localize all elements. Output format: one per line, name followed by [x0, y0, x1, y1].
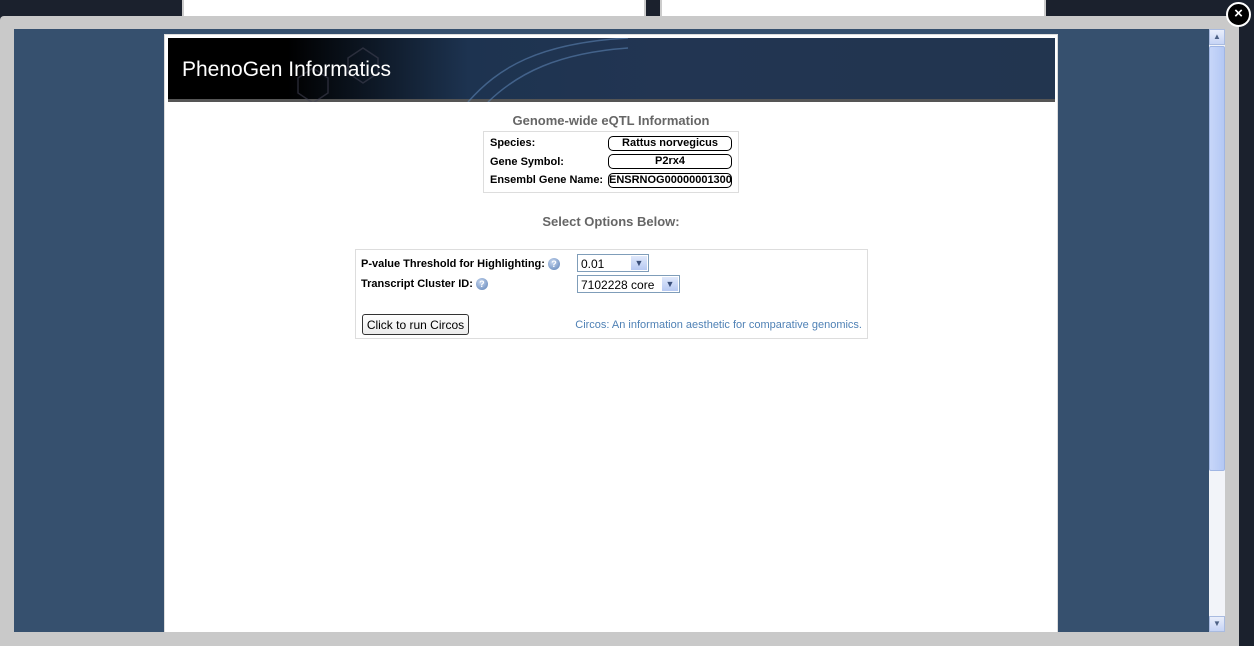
gene-info-table: Species: Rattus norvegicus Gene Symbol: P2…	[483, 131, 739, 193]
chevron-down-icon: ▼	[662, 277, 678, 291]
chevron-down-icon: ▼	[631, 256, 647, 270]
circos-link[interactable]: Circos: An information aesthetic for com…	[575, 319, 862, 331]
background-panel	[182, 0, 646, 16]
scroll-down-icon[interactable]: ▼	[1209, 616, 1225, 632]
site-logo[interactable]: PhenoGen Informatics	[182, 58, 391, 82]
cluster-select[interactable]: 7102228 core ▼	[577, 275, 680, 293]
scrollbar-thumb[interactable]	[1209, 46, 1225, 471]
species-value: Rattus norvegicus	[608, 135, 732, 151]
gene-symbol-row: Gene Symbol: P2rx4	[486, 153, 736, 172]
help-icon[interactable]: ?	[547, 258, 560, 270]
pvalue-selected: 0.01	[581, 257, 605, 271]
cluster-selected: 7102228 core	[581, 278, 655, 292]
header-banner: PhenoGen Informatics	[168, 38, 1055, 102]
pvalue-select[interactable]: 0.01 ▼	[577, 254, 649, 272]
options-title: Select Options Below:	[542, 214, 680, 229]
scroll-up-icon[interactable]: ▲	[1209, 29, 1225, 45]
info-title: Genome-wide eQTL Information	[512, 113, 710, 128]
ensembl-row: Ensembl Gene Name: ENSRNOG00000001300	[486, 171, 736, 190]
options-panel: P-value Threshold for Highlighting:? 0.0…	[355, 249, 868, 339]
gene-symbol-value: P2rx4	[608, 154, 732, 170]
help-icon[interactable]: ?	[475, 278, 488, 290]
ensembl-label: Ensembl Gene Name:	[490, 174, 604, 187]
page: PhenoGen Informatics Genome-wide eQTL In…	[164, 34, 1058, 632]
background-panel	[660, 0, 1046, 16]
species-row: Species: Rattus norvegicus	[486, 134, 736, 153]
ensembl-value: ENSRNOG00000001300	[608, 172, 732, 188]
run-circos-button[interactable]: Click to run Circos	[362, 314, 469, 335]
species-label: Species:	[490, 137, 536, 150]
scrollbar[interactable]: ▲ ▼	[1209, 29, 1225, 632]
gene-symbol-label: Gene Symbol:	[490, 155, 564, 168]
cluster-label: Transcript Cluster ID:	[361, 278, 473, 290]
close-icon[interactable]: ×	[1226, 2, 1251, 27]
modal-content: PhenoGen Informatics Genome-wide eQTL In…	[14, 29, 1209, 632]
pvalue-label: P-value Threshold for Highlighting:	[361, 258, 545, 270]
